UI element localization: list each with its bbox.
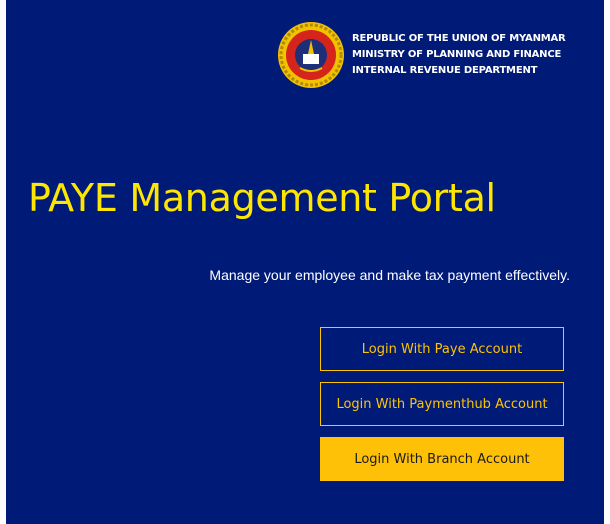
login-branch-button[interactable]: Login With Branch Account	[320, 437, 564, 481]
page-title: PAYE Management Portal	[28, 176, 496, 220]
department-title: REPUBLIC OF THE UNION OF MYANMAR MINISTR…	[352, 31, 566, 79]
department-name: INTERNAL REVENUE DEPARTMENT	[352, 65, 538, 76]
department-seal-icon	[278, 22, 344, 88]
login-paymenthub-button[interactable]: Login With Paymenthub Account	[320, 382, 564, 426]
country-name: REPUBLIC OF THE UNION OF MYANMAR	[352, 33, 566, 44]
portal-panel: REPUBLIC OF THE UNION OF MYANMAR MINISTR…	[6, 0, 604, 524]
ministry-name: MINISTRY OF PLANNING AND FINANCE	[352, 49, 562, 60]
department-header: REPUBLIC OF THE UNION OF MYANMAR MINISTR…	[276, 20, 566, 90]
tagline: Manage your employee and make tax paymen…	[209, 267, 570, 283]
login-paye-button[interactable]: Login With Paye Account	[320, 327, 564, 371]
